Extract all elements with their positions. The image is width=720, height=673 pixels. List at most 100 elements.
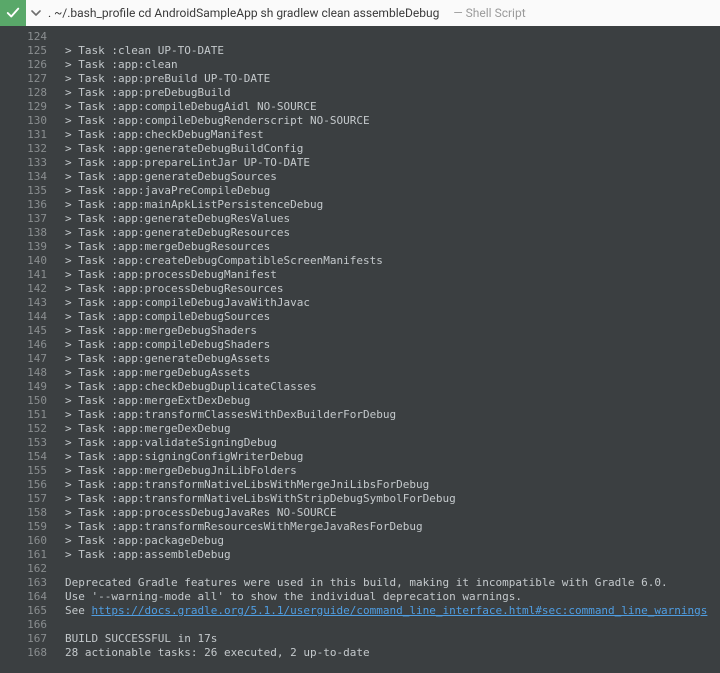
console-line: > Task :app:compileDebugRenderscript NO-… — [65, 114, 714, 128]
line-number: 159 — [0, 520, 47, 534]
line-number: 166 — [0, 618, 47, 632]
line-number: 156 — [0, 478, 47, 492]
console-line: > Task :app:preDebugBuild — [65, 86, 714, 100]
console-line — [65, 562, 714, 576]
line-number: 162 — [0, 562, 47, 576]
line-number: 128 — [0, 86, 47, 100]
line-number: 158 — [0, 506, 47, 520]
line-number: 150 — [0, 394, 47, 408]
expand-toggle[interactable] — [26, 8, 46, 18]
console-line: > Task :app:preBuild UP-TO-DATE — [65, 72, 714, 86]
console-line: > Task :app:compileDebugSources — [65, 310, 714, 324]
line-number: 130 — [0, 114, 47, 128]
run-config-title: . ~/.bash_profile cd AndroidSampleApp sh… — [46, 6, 441, 20]
line-number: 146 — [0, 338, 47, 352]
line-number: 140 — [0, 254, 47, 268]
line-number: 164 — [0, 590, 47, 604]
console-line: > Task :app:compileDebugAidl NO-SOURCE — [65, 100, 714, 114]
line-number: 168 — [0, 646, 47, 660]
chevron-down-icon — [31, 8, 41, 18]
run-config-type: — Shell Script — [441, 6, 525, 20]
console-line: > Task :app:mergeDebugJniLibFolders — [65, 464, 714, 478]
console-line: Deprecated Gradle features were used in … — [65, 576, 714, 590]
console-line — [65, 30, 714, 44]
console-line: See https://docs.gradle.org/5.1.1/usergu… — [65, 604, 714, 618]
console-line: > Task :app:processDebugJavaRes NO-SOURC… — [65, 506, 714, 520]
line-number: 129 — [0, 100, 47, 114]
line-number: 131 — [0, 128, 47, 142]
console-line: > Task :app:generateDebugResources — [65, 226, 714, 240]
console-line: > Task :app:signingConfigWriterDebug — [65, 450, 714, 464]
line-number: 137 — [0, 212, 47, 226]
line-number: 136 — [0, 198, 47, 212]
console-line: > Task :app:generateDebugResValues — [65, 212, 714, 226]
line-number: 125 — [0, 44, 47, 58]
console-line: > Task :app:clean — [65, 58, 714, 72]
line-number: 160 — [0, 534, 47, 548]
console-line: > Task :app:assembleDebug — [65, 548, 714, 562]
console-line: > Task :app:createDebugCompatibleScreenM… — [65, 254, 714, 268]
line-number: 134 — [0, 170, 47, 184]
console-line: > Task :app:validateSigningDebug — [65, 436, 714, 450]
console-line: > Task :app:mergeExtDexDebug — [65, 394, 714, 408]
console-line: > Task :app:mainApkListPersistenceDebug — [65, 198, 714, 212]
console-line: 28 actionable tasks: 26 executed, 2 up-t… — [65, 646, 714, 660]
line-number: 139 — [0, 240, 47, 254]
console-line: > Task :app:generateDebugSources — [65, 170, 714, 184]
line-number-gutter: 1241251261271281291301311321331341351361… — [0, 26, 55, 673]
console-line: > Task :app:generateDebugBuildConfig — [65, 142, 714, 156]
console-line — [65, 618, 714, 632]
line-number: 124 — [0, 30, 47, 44]
line-number: 163 — [0, 576, 47, 590]
line-number: 167 — [0, 632, 47, 646]
run-status-success — [0, 0, 26, 26]
line-number: 154 — [0, 450, 47, 464]
console-line: > Task :app:processDebugManifest — [65, 268, 714, 282]
console-output[interactable]: > Task :clean UP-TO-DATE> Task :app:clea… — [55, 26, 720, 673]
line-number: 127 — [0, 72, 47, 86]
line-number: 152 — [0, 422, 47, 436]
console-line: > Task :app:transformResourcesWithMergeJ… — [65, 520, 714, 534]
console-line: Use '--warning-mode all' to show the ind… — [65, 590, 714, 604]
console-line: > Task :app:mergeDexDebug — [65, 422, 714, 436]
console-line: > Task :app:transformNativeLibsWithMerge… — [65, 478, 714, 492]
line-number: 142 — [0, 282, 47, 296]
console-line: > Task :clean UP-TO-DATE — [65, 44, 714, 58]
console-line: > Task :app:checkDebugDuplicateClasses — [65, 380, 714, 394]
line-number: 155 — [0, 464, 47, 478]
console-line: > Task :app:processDebugResources — [65, 282, 714, 296]
check-icon — [6, 6, 20, 20]
line-number: 141 — [0, 268, 47, 282]
line-number: 133 — [0, 156, 47, 170]
line-number: 147 — [0, 352, 47, 366]
line-number: 151 — [0, 408, 47, 422]
console-panel: 1241251261271281291301311321331341351361… — [0, 26, 720, 673]
console-line: BUILD SUCCESSFUL in 17s — [65, 632, 714, 646]
console-line: > Task :app:javaPreCompileDebug — [65, 184, 714, 198]
line-number: 132 — [0, 142, 47, 156]
docs-link[interactable]: https://docs.gradle.org/5.1.1/userguide/… — [92, 604, 708, 617]
line-number: 149 — [0, 380, 47, 394]
console-line: > Task :app:generateDebugAssets — [65, 352, 714, 366]
line-number: 143 — [0, 296, 47, 310]
console-line: > Task :app:compileDebugShaders — [65, 338, 714, 352]
line-number: 135 — [0, 184, 47, 198]
run-header: . ~/.bash_profile cd AndroidSampleApp sh… — [0, 0, 720, 26]
console-line: > Task :app:compileDebugJavaWithJavac — [65, 296, 714, 310]
line-number: 153 — [0, 436, 47, 450]
line-number: 138 — [0, 226, 47, 240]
line-number: 157 — [0, 492, 47, 506]
line-number: 126 — [0, 58, 47, 72]
console-line: > Task :app:transformNativeLibsWithStrip… — [65, 492, 714, 506]
line-number: 144 — [0, 310, 47, 324]
console-line: > Task :app:packageDebug — [65, 534, 714, 548]
console-line: > Task :app:prepareLintJar UP-TO-DATE — [65, 156, 714, 170]
line-number: 161 — [0, 548, 47, 562]
console-line: > Task :app:mergeDebugAssets — [65, 366, 714, 380]
line-number: 165 — [0, 604, 47, 618]
line-number: 145 — [0, 324, 47, 338]
console-line: > Task :app:mergeDebugResources — [65, 240, 714, 254]
console-line: > Task :app:checkDebugManifest — [65, 128, 714, 142]
console-line: > Task :app:transformClassesWithDexBuild… — [65, 408, 714, 422]
line-number: 148 — [0, 366, 47, 380]
